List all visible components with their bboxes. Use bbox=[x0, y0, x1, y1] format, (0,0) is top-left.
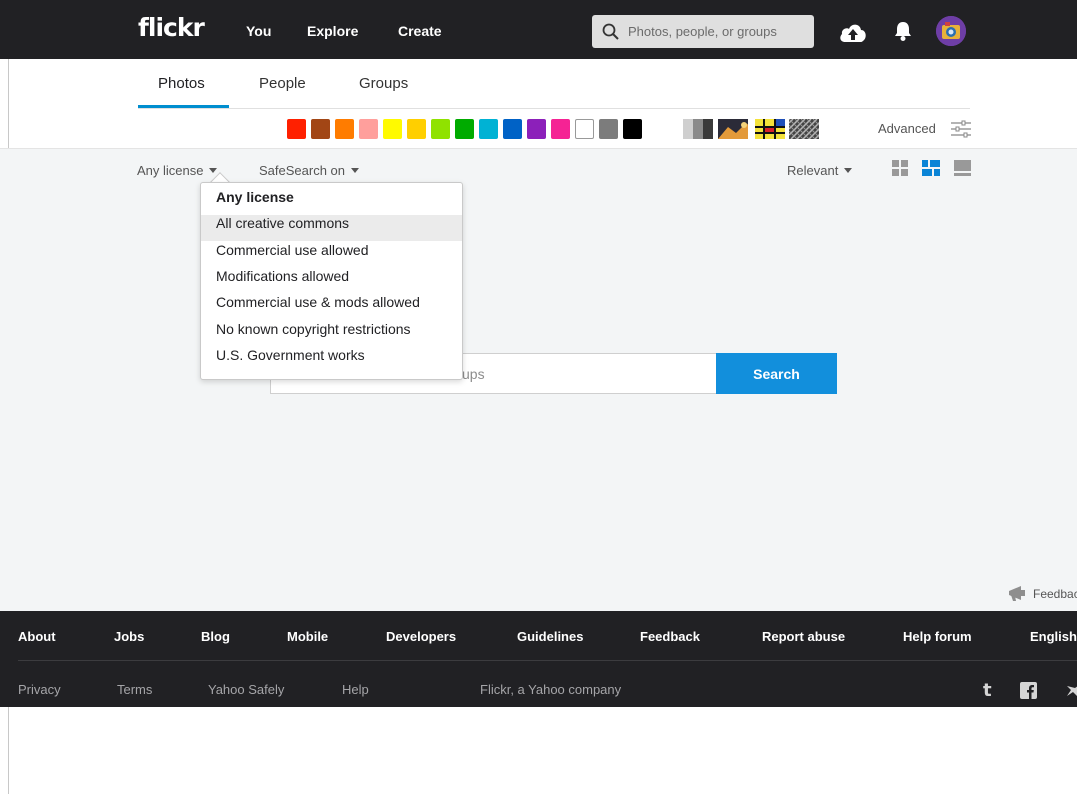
nav-explore-link[interactable]: Explore bbox=[307, 23, 358, 39]
color-swatch[interactable] bbox=[383, 119, 402, 139]
caret-down-icon bbox=[844, 168, 853, 173]
color-swatch[interactable] bbox=[479, 119, 498, 139]
tabs-divider bbox=[138, 108, 970, 109]
caret-down-icon bbox=[351, 168, 360, 173]
license-filter-dropdown[interactable]: Any license bbox=[137, 163, 218, 178]
style-shallow-depth-swatch[interactable] bbox=[718, 119, 748, 139]
footer-company-text: Flickr, a Yahoo company bbox=[480, 682, 622, 697]
style-minimalism-swatch[interactable] bbox=[755, 119, 785, 139]
footer-link-help[interactable]: Help bbox=[342, 682, 369, 697]
nav-you-link[interactable]: You bbox=[246, 23, 271, 39]
top-navigation-bar: flickr You Explore Create bbox=[0, 0, 1077, 59]
color-swatch[interactable] bbox=[335, 119, 354, 139]
twitter-icon[interactable] bbox=[1067, 682, 1077, 698]
color-swatch[interactable] bbox=[431, 119, 450, 139]
flickr-logo[interactable]: flickr bbox=[138, 13, 205, 42]
search-icon[interactable] bbox=[602, 23, 619, 40]
justified-view-icon[interactable] bbox=[922, 160, 940, 176]
caret-down-icon bbox=[209, 168, 218, 173]
safesearch-filter-dropdown[interactable]: SafeSearch on bbox=[259, 163, 360, 178]
color-swatch[interactable] bbox=[287, 119, 306, 139]
search-button[interactable]: Search bbox=[716, 353, 837, 394]
footer-link-privacy[interactable]: Privacy bbox=[18, 682, 61, 697]
color-swatch[interactable] bbox=[455, 119, 474, 139]
tab-people[interactable]: People bbox=[259, 75, 306, 92]
detail-view-icon[interactable] bbox=[954, 160, 971, 176]
safesearch-filter-label: SafeSearch on bbox=[259, 163, 346, 178]
license-filter-label: Any license bbox=[137, 163, 204, 178]
license-option-commercial[interactable]: Commercial use allowed bbox=[201, 242, 462, 268]
color-swatch[interactable] bbox=[551, 119, 570, 139]
license-option-no-copyright[interactable]: No known copyright restrictions bbox=[201, 321, 462, 347]
color-swatch[interactable] bbox=[359, 119, 378, 139]
sort-dropdown[interactable]: Relevant bbox=[787, 163, 853, 178]
footer-link-help-forum[interactable]: Help forum bbox=[903, 629, 972, 644]
color-swatch[interactable] bbox=[527, 119, 546, 139]
color-swatch[interactable] bbox=[623, 119, 642, 139]
advanced-search-link[interactable]: Advanced bbox=[878, 121, 936, 136]
footer-link-yahoo-safely[interactable]: Yahoo Safely bbox=[208, 682, 284, 697]
grid-view-icon[interactable] bbox=[892, 160, 908, 176]
footer-link-jobs[interactable]: Jobs bbox=[114, 629, 144, 644]
license-option-us-government[interactable]: U.S. Government works bbox=[201, 347, 462, 373]
footer-link-guidelines[interactable]: Guidelines bbox=[517, 629, 583, 644]
header-search-input[interactable] bbox=[628, 15, 810, 48]
footer-divider bbox=[18, 660, 1077, 661]
license-option-all-creative-commons[interactable]: All creative commons bbox=[201, 215, 462, 241]
footer-link-blog[interactable]: Blog bbox=[201, 629, 230, 644]
tab-photos[interactable]: Photos bbox=[158, 75, 205, 92]
license-option-any[interactable]: Any license bbox=[201, 189, 462, 215]
license-option-modifications[interactable]: Modifications allowed bbox=[201, 268, 462, 294]
header-search-box bbox=[592, 15, 814, 48]
footer-link-mobile[interactable]: Mobile bbox=[287, 629, 328, 644]
color-swatch[interactable] bbox=[311, 119, 330, 139]
footer-link-report-abuse[interactable]: Report abuse bbox=[762, 629, 845, 644]
footer-link-terms[interactable]: Terms bbox=[117, 682, 152, 697]
color-swatch[interactable] bbox=[407, 119, 426, 139]
style-patterns-swatch[interactable] bbox=[789, 119, 819, 139]
sliders-icon[interactable] bbox=[951, 119, 971, 139]
feedback-button[interactable]: Feedback bbox=[1007, 584, 1077, 602]
user-avatar[interactable] bbox=[936, 16, 966, 46]
upload-cloud-icon[interactable] bbox=[838, 21, 868, 43]
footer-language-selector[interactable]: English bbox=[1030, 629, 1077, 644]
footer-link-about[interactable]: About bbox=[18, 629, 56, 644]
style-black-white-swatch[interactable] bbox=[683, 119, 713, 139]
color-swatch[interactable] bbox=[503, 119, 522, 139]
tab-groups[interactable]: Groups bbox=[359, 75, 408, 92]
footer-link-developers[interactable]: Developers bbox=[386, 629, 456, 644]
color-swatch[interactable] bbox=[575, 119, 594, 139]
footer-link-feedback[interactable]: Feedback bbox=[640, 629, 700, 644]
facebook-icon[interactable] bbox=[1020, 682, 1037, 699]
feedback-label: Feedback bbox=[1033, 587, 1077, 601]
license-dropdown-menu: Any license All creative commons Commerc… bbox=[200, 182, 463, 380]
sort-label: Relevant bbox=[787, 163, 839, 178]
megaphone-icon bbox=[1009, 586, 1025, 601]
footer: About Jobs Blog Mobile Developers Guidel… bbox=[0, 611, 1077, 707]
nav-create-link[interactable]: Create bbox=[398, 23, 442, 39]
tumblr-icon[interactable]: t bbox=[983, 680, 992, 701]
color-swatch[interactable] bbox=[599, 119, 618, 139]
license-option-commercial-mods[interactable]: Commercial use & mods allowed bbox=[201, 294, 462, 320]
notifications-bell-icon[interactable] bbox=[893, 20, 913, 42]
